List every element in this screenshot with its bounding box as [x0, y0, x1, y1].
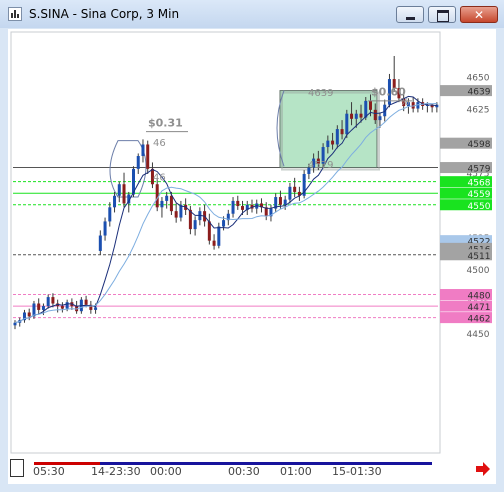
annotation-label: %: [400, 97, 410, 108]
chart-app-icon: [8, 7, 22, 21]
candle-body: [283, 199, 287, 205]
candle-body: [117, 184, 121, 196]
window-title: S.SINA - Sina Corp, 3 Min: [29, 7, 180, 21]
price-marker-label: 4639: [468, 88, 491, 98]
candle-body: [13, 322, 17, 326]
candle-body: [207, 221, 211, 241]
price-marker-label: 4471: [468, 303, 491, 313]
candle-body: [288, 186, 292, 200]
maximize-icon: [437, 10, 449, 22]
candle-body: [193, 220, 197, 230]
candle-body: [217, 226, 221, 246]
candle-body: [37, 303, 41, 310]
maximize-button[interactable]: [428, 6, 456, 23]
price-marker-label: 4579: [468, 165, 491, 175]
candle-body: [46, 297, 50, 307]
candle-body: [146, 144, 150, 169]
candle-body: [155, 184, 159, 208]
candle-body: [236, 200, 240, 207]
time-label: 14-23:30: [91, 465, 141, 478]
candle-body: [141, 144, 145, 157]
annotation-label: 4579: [308, 160, 333, 171]
scroll-right-arrow-icon[interactable]: [474, 460, 492, 478]
price-marker-label: 4559: [468, 190, 491, 200]
price-chart[interactable]: 4650462546004575455045254500447544504639…: [8, 29, 496, 459]
price-marker-label: 4550: [468, 202, 491, 212]
candle-body: [359, 113, 363, 118]
annotation-label: 46: [153, 138, 166, 149]
time-label: 01:00: [280, 465, 312, 478]
candle-body: [340, 129, 344, 135]
close-icon: ✕: [474, 8, 485, 22]
time-label: 00:30: [228, 465, 260, 478]
candle-body: [293, 186, 297, 192]
candle-body: [165, 195, 169, 201]
candle-body: [108, 207, 112, 222]
candle-body: [41, 306, 45, 310]
time-label: 05:30: [33, 465, 65, 478]
candle-body: [212, 240, 216, 246]
candle-body: [369, 100, 372, 110]
price-marker-label: 4598: [468, 140, 491, 150]
window-titlebar: S.SINA - Sina Corp, 3 Min ✕: [0, 0, 504, 28]
y-tick-label: 4500: [467, 266, 490, 276]
y-tick-label: 4625: [467, 106, 490, 116]
candle-body: [84, 299, 88, 305]
time-scrollbar[interactable]: 05:30 14-23:30 00:00 00:30 01:00 15-01:3…: [8, 459, 496, 479]
minimize-icon: [406, 17, 415, 20]
candle-body: [231, 200, 235, 214]
candle-body: [373, 109, 377, 121]
price-marker-label: 4568: [468, 179, 491, 189]
candle-body: [241, 206, 245, 210]
time-label: 15-01:30: [332, 465, 382, 478]
close-button[interactable]: ✕: [460, 6, 498, 23]
candle-body: [65, 302, 69, 309]
candle-body: [354, 113, 358, 119]
candle-body: [94, 307, 98, 310]
candle-body: [174, 211, 178, 218]
minimize-button[interactable]: [396, 6, 424, 23]
annotation-label: $0.31: [148, 117, 183, 130]
candle-body: [326, 140, 330, 148]
chart-area[interactable]: 4650462546004575455045254500447544504639…: [8, 29, 496, 484]
y-tick-label: 4450: [467, 330, 490, 340]
price-marker-label: 4480: [468, 292, 491, 302]
annotation-label: 4639: [308, 88, 333, 99]
candle-body: [335, 129, 339, 145]
candle-body: [350, 113, 354, 119]
candle-body: [278, 197, 282, 205]
candle-body: [345, 113, 349, 135]
time-label: 00:00: [150, 465, 182, 478]
candle-body: [378, 116, 382, 121]
candle-body: [27, 312, 31, 317]
candle-body: [169, 195, 173, 212]
candle-body: [136, 156, 140, 169]
candle-body: [103, 221, 107, 236]
candle-body: [222, 220, 226, 227]
candle-body: [60, 306, 64, 309]
scrollbar-thumb[interactable]: [10, 459, 24, 477]
candle-body: [122, 184, 126, 204]
price-marker-label: 4462: [468, 315, 491, 325]
candle-body: [331, 140, 335, 145]
candle-body: [113, 195, 117, 208]
annotation-label: 46: [153, 173, 166, 184]
y-tick-label: 4650: [467, 74, 490, 84]
candle-body: [160, 200, 164, 208]
range-box: [279, 90, 378, 169]
price-marker-label: 4511: [468, 252, 491, 262]
candle-body: [51, 297, 55, 304]
candle-body: [98, 235, 102, 251]
